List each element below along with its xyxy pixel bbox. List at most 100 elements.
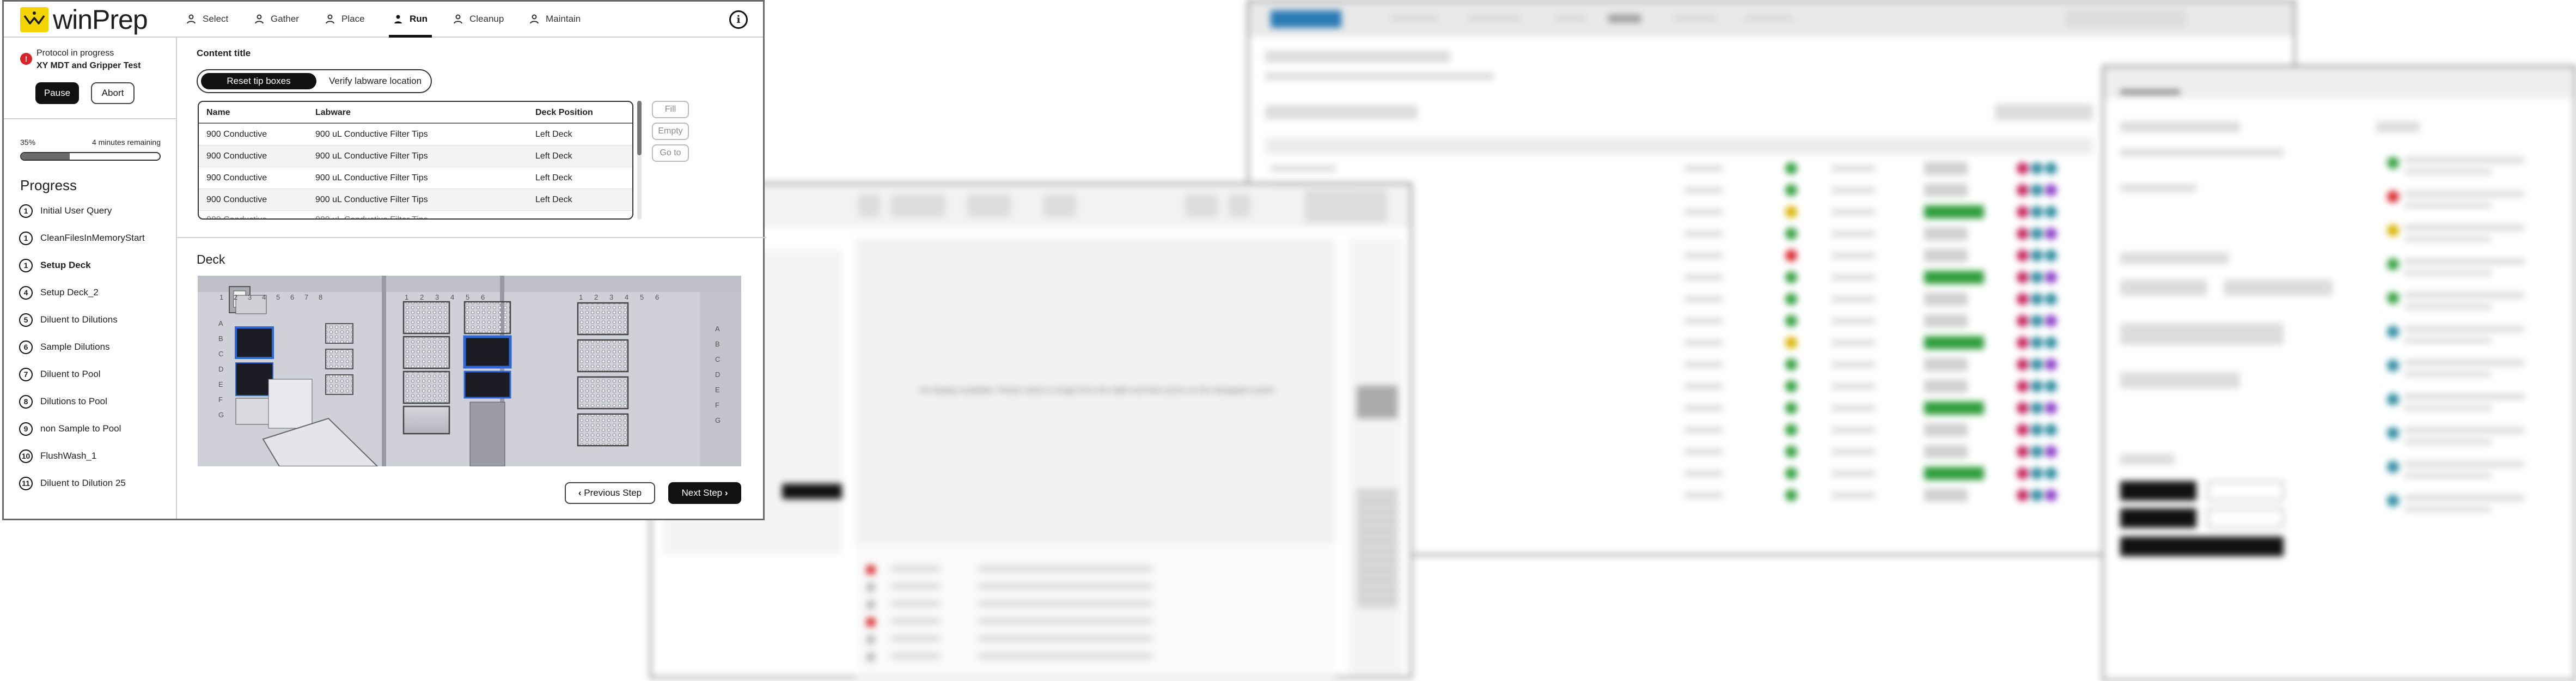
step-number: 11 bbox=[19, 476, 33, 490]
step-label: Diluent to Dilutions bbox=[40, 314, 118, 325]
tab-verify-labware-location[interactable]: Verify labware location bbox=[321, 73, 430, 89]
table-row[interactable]: 900 Conductive 900 uL Conductive Filter T… bbox=[199, 145, 632, 167]
background-settings-window bbox=[2102, 65, 2576, 681]
next-step-button[interactable]: Next Step › bbox=[668, 482, 741, 504]
deck-grid-label: C bbox=[218, 350, 224, 358]
deck-grid-label: 2 bbox=[234, 293, 238, 301]
step-label: CleanFilesInMemoryStart bbox=[40, 233, 145, 243]
col-labware-header: Labware bbox=[315, 108, 351, 117]
deck-grid-label: 5 bbox=[466, 293, 470, 301]
table-cell: 900 uL Conductive Filter Tips bbox=[315, 151, 428, 161]
scrollbar-thumb[interactable] bbox=[637, 101, 642, 155]
progress-percent: 35% bbox=[20, 138, 36, 147]
deck-grid-label: B bbox=[218, 335, 223, 343]
deck-grid-label: 1 bbox=[579, 293, 583, 301]
progress-step: 1 Initial User Query bbox=[19, 202, 112, 220]
deck-grid-label: C bbox=[715, 355, 721, 363]
step-label: Setup Deck_2 bbox=[40, 287, 99, 297]
deck-grid-label: 2 bbox=[594, 293, 599, 301]
table-header: Name Labware Deck Position bbox=[199, 102, 632, 124]
deck-grid-label: 4 bbox=[625, 293, 629, 301]
info-icon[interactable]: i bbox=[729, 10, 748, 29]
progress-step: 11 Diluent to Dilution 25 bbox=[19, 475, 126, 492]
nav-select[interactable]: Select bbox=[186, 2, 228, 37]
deck-grid-label: 5 bbox=[276, 293, 280, 301]
progress-step: 8 Dilutions to Pool bbox=[19, 393, 107, 410]
table-cell: 900 Conductive bbox=[206, 173, 267, 183]
nav-run[interactable]: Run bbox=[388, 2, 432, 38]
winprep-window: winPrep Select Gather Place Run Cleanup … bbox=[2, 0, 766, 520]
deck-view: 12345678123456123456ABCDEFGABCDEFG bbox=[198, 276, 741, 466]
progress-step: 9 non Sample to Pool bbox=[19, 420, 121, 437]
deck-grid-label: G bbox=[715, 416, 721, 424]
deck-grid-label: G bbox=[218, 411, 224, 419]
tab-reset-tip-boxes[interactable]: Reset tip boxes bbox=[201, 73, 316, 89]
pause-button[interactable]: Pause bbox=[35, 82, 79, 104]
top-navigation-bar: winPrep Select Gather Place Run Cleanup … bbox=[4, 2, 763, 38]
previous-step-label: Previous Step bbox=[584, 488, 642, 498]
deck-render bbox=[198, 276, 741, 466]
deck-grid-label: 1 bbox=[405, 293, 409, 301]
table-cell: 900 uL Conductive Filter Tips bbox=[315, 195, 428, 204]
step-number: 1 bbox=[19, 231, 33, 245]
step-label: Sample Dilutions bbox=[40, 342, 110, 352]
step-number: 5 bbox=[19, 313, 33, 327]
nav-cleanup-label: Cleanup bbox=[469, 14, 504, 24]
segment-control: Reset tip boxes Verify labware location bbox=[197, 69, 432, 93]
nav-select-label: Select bbox=[203, 14, 229, 24]
progress-step: 1 CleanFilesInMemoryStart bbox=[19, 229, 145, 247]
step-label: Dilutions to Pool bbox=[40, 396, 107, 406]
divider bbox=[4, 118, 176, 119]
winprep-logo bbox=[20, 7, 48, 32]
content-title: Content title bbox=[197, 48, 251, 58]
divider bbox=[177, 237, 766, 238]
nav-place-label: Place bbox=[341, 14, 365, 24]
protocol-name: XY MDT and Gripper Test bbox=[36, 61, 141, 70]
table-cell: 900 Conductive bbox=[206, 195, 267, 204]
previous-step-button[interactable]: ‹ Previous Step bbox=[565, 482, 655, 504]
deck-grid-label: 1 bbox=[219, 293, 224, 301]
step-number: 10 bbox=[19, 449, 33, 463]
deck-grid-label: 7 bbox=[304, 293, 309, 301]
table-cell: Left Deck bbox=[535, 195, 572, 204]
nav-run-label: Run bbox=[410, 14, 428, 24]
progress-step: 10 FlushWash_1 bbox=[19, 447, 96, 465]
nav-place[interactable]: Place bbox=[325, 2, 365, 37]
deck-grid-label: 6 bbox=[655, 293, 660, 301]
table-cell: 900 Conductive bbox=[206, 151, 267, 161]
deck-grid-label: B bbox=[715, 340, 720, 348]
progress-step: 1 Setup Deck bbox=[19, 257, 91, 274]
nav-maintain-label: Maintain bbox=[546, 14, 581, 24]
table-row[interactable]: 900 Conductive 900 uL Conductive Filter T… bbox=[199, 167, 632, 189]
step-number: 1 bbox=[19, 258, 33, 272]
empty-button[interactable]: Empty bbox=[652, 123, 689, 140]
progress-bar bbox=[20, 152, 161, 161]
step-number: 6 bbox=[19, 340, 33, 354]
nav-cleanup[interactable]: Cleanup bbox=[453, 2, 504, 37]
step-number: 8 bbox=[19, 394, 33, 409]
abort-button[interactable]: Abort bbox=[91, 82, 135, 104]
table-cell: Left Deck bbox=[535, 173, 572, 183]
person-icon bbox=[326, 14, 334, 24]
table-scrollbar[interactable] bbox=[637, 101, 642, 220]
nav-gather[interactable]: Gather bbox=[254, 2, 299, 37]
table-row[interactable]: 900 Conductive 900 uL Conductive Filter T… bbox=[199, 189, 632, 211]
table-cell: 900 uL Conductive Filter Tips bbox=[315, 173, 428, 183]
progress-step: 7 Diluent to Pool bbox=[19, 366, 101, 383]
fill-button[interactable]: Fill bbox=[652, 101, 689, 118]
table-cell: Left Deck bbox=[535, 151, 572, 161]
deck-grid-label: 4 bbox=[262, 293, 266, 301]
progress-step: 4 Setup Deck_2 bbox=[19, 284, 99, 301]
progress-step: 5 Diluent to Dilutions bbox=[19, 311, 118, 329]
deck-grid-label: 3 bbox=[248, 293, 252, 301]
step-label: non Sample to Pool bbox=[40, 423, 121, 434]
col-deck-position-header: Deck Position bbox=[535, 108, 593, 117]
brand-name: winPrep bbox=[53, 4, 148, 35]
nav-maintain[interactable]: Maintain bbox=[529, 2, 581, 37]
cursor-icon bbox=[187, 14, 196, 24]
goto-button[interactable]: Go to bbox=[652, 144, 689, 162]
table-cell: 900 uL Conductive Filter Tips bbox=[315, 130, 428, 139]
table-row[interactable]: 900 Conductive 900 uL Conductive Filter T… bbox=[199, 124, 632, 145]
deck-grid-label: F bbox=[715, 401, 719, 409]
step-label: Diluent to Pool bbox=[40, 369, 101, 379]
